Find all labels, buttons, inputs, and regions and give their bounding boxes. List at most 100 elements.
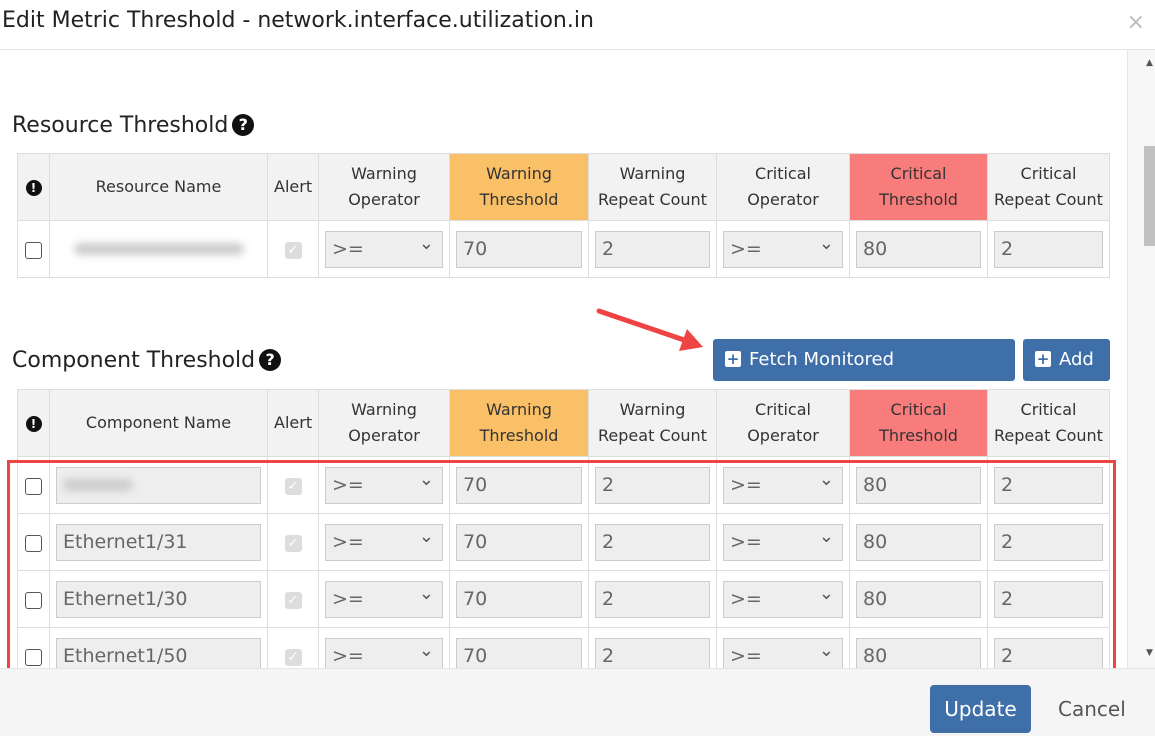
column-header-alert-icon: ! [17,153,50,221]
component-name-input[interactable]: Ethernet1/50 [56,637,261,668]
column-header[interactable]: Warning Threshold [449,389,589,457]
select-value: >= [730,587,762,610]
input-value: Ethernet1/30 [63,587,188,610]
warning-threshold-input[interactable]: 70 [456,637,582,668]
critical-operator-select[interactable]: >= [723,523,843,561]
add-button[interactable]: + Add [1023,339,1110,381]
warning-threshold-input[interactable]: 70 [456,580,582,618]
warning-operator-select[interactable]: >= [325,580,443,618]
warning-repeat-count-input[interactable]: 2 [595,466,710,504]
close-icon[interactable]: × [1127,10,1145,35]
column-header[interactable]: Warning Repeat Count [588,389,717,457]
input-value: Ethernet1/31 [63,530,188,553]
column-header[interactable]: Critical Repeat Count [987,153,1110,221]
critical-repeat-count-input[interactable]: 2 [994,466,1103,504]
dialog-header: Edit Metric Threshold - network.interfac… [0,0,1155,50]
column-header[interactable]: Warning Operator [318,389,450,457]
alert-checkbox[interactable]: ✓ [284,478,302,495]
button-label: Add [1059,349,1094,370]
heading-text: Component Threshold [12,348,256,373]
select-value: >= [730,530,762,553]
component-threshold-table: ! Component Name Alert Warning Operator Warn… [17,389,1110,668]
table-row: Ethernet1/30 ✓ >= 70 2 >= 80 2 [17,570,1110,628]
header-row: ! Component Name Alert Warning Operator Warn… [17,389,1110,457]
row-select-checkbox[interactable] [25,477,42,495]
select-value: >= [730,237,762,260]
column-header[interactable]: Critical Threshold [849,389,988,457]
critical-repeat-count-input[interactable]: 2 [994,580,1103,618]
plus-icon: + [1035,350,1051,368]
select-value: >= [730,644,762,667]
select-value: >= [332,587,364,610]
update-button[interactable]: Update [930,685,1031,733]
input-value: Ethernet1/50 [63,644,188,667]
scrollbar-thumb[interactable] [1144,146,1155,246]
warning-threshold-input[interactable]: 70 [456,466,582,504]
scroll-down-icon[interactable]: ▼ [1146,648,1153,658]
warning-repeat-count-input[interactable]: 2 [595,580,710,618]
header-row: ! Resource Name Alert Warning Operator Warni… [17,153,1110,221]
help-icon[interactable]: ? [259,349,282,371]
table-row: Ethernet1/31 ✓ >= 70 2 >= 80 2 [17,513,1110,571]
critical-threshold-input[interactable]: 80 [856,580,981,618]
critical-threshold-input[interactable]: 80 [856,523,981,561]
warning-operator-select[interactable]: >= [325,230,443,268]
warning-threshold-input[interactable]: 70 [456,230,582,268]
row-select-checkbox[interactable] [25,648,42,666]
help-icon[interactable]: ? [232,114,255,136]
column-header[interactable]: Warning Repeat Count [588,153,717,221]
fetch-monitored-components-button[interactable]: +Fetch Monitored components [713,339,1015,412]
warning-repeat-count-input[interactable]: 2 [595,523,710,561]
scroll-up-icon[interactable]: ▲ [1146,58,1153,68]
critical-threshold-input[interactable]: 80 [856,230,981,268]
dialog-title: Edit Metric Threshold - network.interfac… [2,8,594,33]
critical-operator-select[interactable]: >= [723,466,843,504]
scrollbar[interactable] [1127,50,1155,668]
critical-operator-select[interactable]: >= [723,637,843,668]
critical-repeat-count-input[interactable]: 2 [994,637,1103,668]
cancel-button[interactable]: Cancel [1058,697,1126,721]
critical-repeat-count-input[interactable]: 2 [994,523,1103,561]
alert-checkbox[interactable]: ✓ [284,242,302,259]
row-select-checkbox[interactable] [25,534,42,552]
row-select-checkbox[interactable] [25,591,42,609]
select-value: >= [730,473,762,496]
arrow-annotation [596,308,703,351]
component-name-input[interactable]: Ethernet1/30 [56,580,261,618]
warning-operator-select[interactable]: >= [325,637,443,668]
column-header[interactable]: Warning Threshold [449,153,589,221]
exclamation-icon: ! [25,416,42,432]
column-header[interactable]: Alert [267,389,319,457]
alert-checkbox[interactable]: ✓ [284,535,302,552]
column-header[interactable]: Critical Repeat Count [987,389,1110,457]
row-select-checkbox[interactable] [25,241,42,259]
column-header[interactable]: Critical Operator [716,153,850,221]
column-header[interactable]: Component Name [49,389,268,457]
select-value: >= [332,473,364,496]
select-value: >= [332,530,364,553]
column-header[interactable]: Warning Operator [318,153,450,221]
critical-threshold-input[interactable]: 80 [856,637,981,668]
column-header[interactable]: Critical Threshold [849,153,988,221]
column-header[interactable]: Alert [267,153,319,221]
column-header[interactable]: Resource Name [49,153,268,221]
dialog-footer: Update Cancel [0,668,1155,736]
warning-threshold-input[interactable]: 70 [456,523,582,561]
column-header[interactable]: Critical Operator [716,389,850,457]
alert-checkbox[interactable]: ✓ [284,592,302,609]
plus-icon: + [725,350,741,368]
component-name-input[interactable] [56,466,261,504]
critical-operator-select[interactable]: >= [723,580,843,618]
critical-operator-select[interactable]: >= [723,230,843,268]
warning-repeat-count-input[interactable]: 2 [595,230,710,268]
component-table-viewport: ! Component Name Alert Warning Operator Warn… [0,389,1127,668]
warning-repeat-count-input[interactable]: 2 [595,637,710,668]
component-name-input[interactable]: Ethernet1/31 [56,523,261,561]
critical-repeat-count-input[interactable]: 2 [994,230,1103,268]
critical-threshold-input[interactable]: 80 [856,466,981,504]
warning-operator-select[interactable]: >= [325,523,443,561]
alert-checkbox[interactable]: ✓ [284,649,302,666]
redacted-name [63,478,133,491]
table-row: ✓ >= 70 2 >= 80 2 [17,456,1110,514]
warning-operator-select[interactable]: >= [325,466,443,504]
